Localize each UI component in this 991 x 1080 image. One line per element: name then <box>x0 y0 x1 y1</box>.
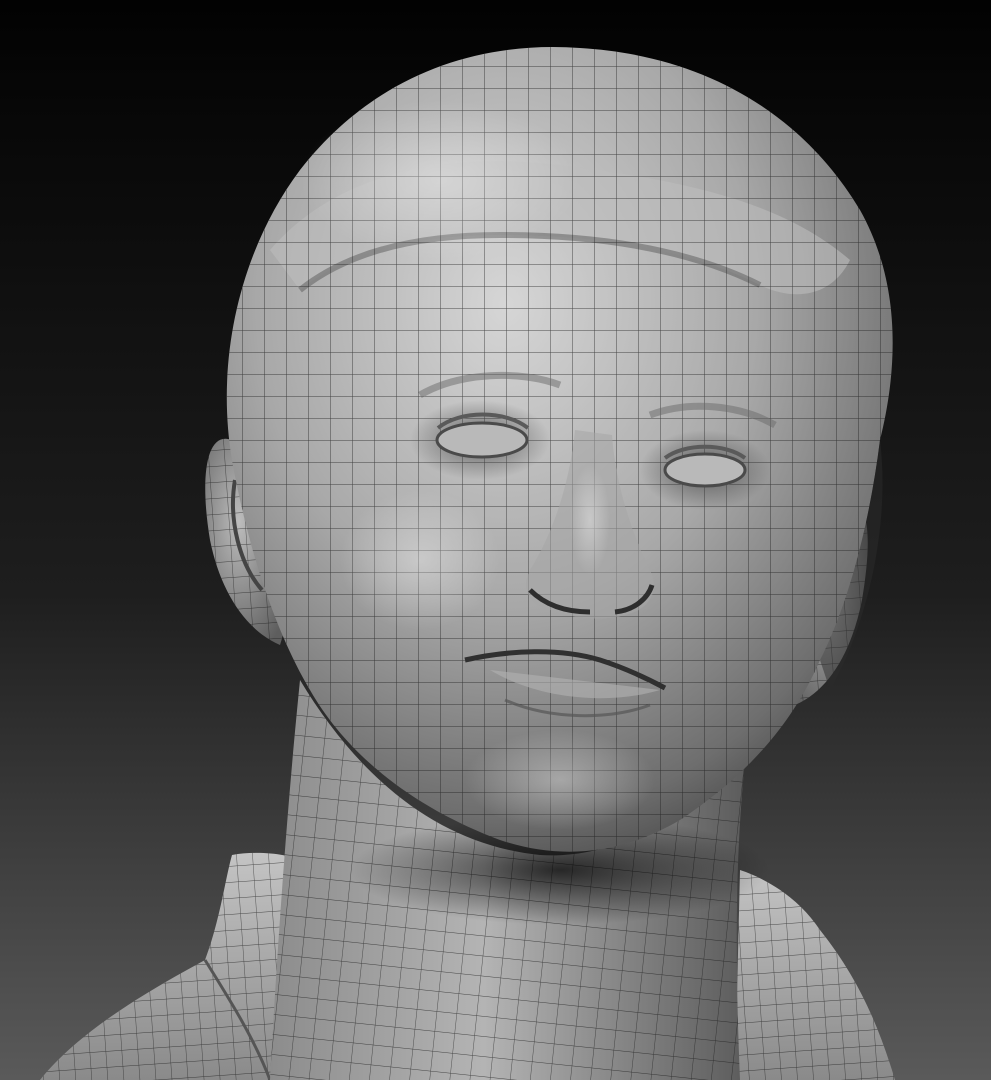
viewport <box>0 0 991 1080</box>
left-eye <box>435 421 529 459</box>
sculpt-render <box>0 0 991 1080</box>
chin <box>465 730 655 830</box>
right-eye <box>663 452 747 488</box>
